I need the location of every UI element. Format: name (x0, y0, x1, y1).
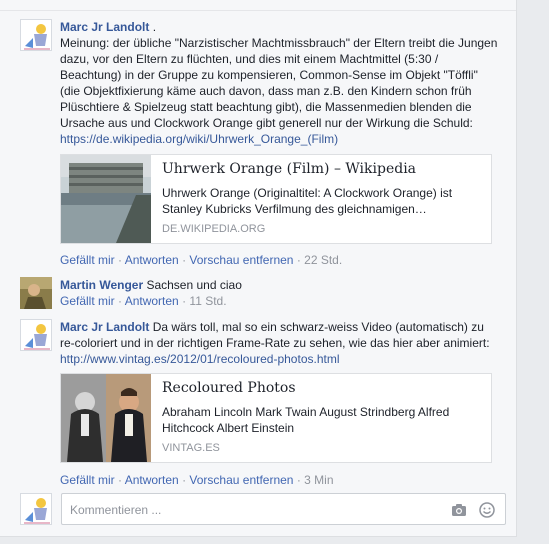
comment-actions: Gefällt mir · Antworten · Vorschau entfe… (60, 253, 343, 267)
comment-link[interactable]: https://de.wikipedia.org/wiki/Uhrwerk_Or… (60, 132, 338, 146)
like-link[interactable]: Gefällt mir (60, 473, 115, 487)
comment-panel: Marc Jr Landolt . Meinung: der übliche "… (0, 0, 517, 537)
avatar[interactable] (20, 19, 52, 51)
comment-body: Martin Wenger Sachsen und ciao Gefällt m… (60, 277, 500, 309)
comment-author[interactable]: Martin Wenger (60, 278, 143, 292)
author-suffix: . (149, 20, 157, 34)
preview-description: Abraham Lincoln Mark Twain August Strind… (162, 405, 450, 435)
preview-thumbnail (61, 155, 151, 243)
remove-preview-link[interactable]: Vorschau entfernen (189, 473, 293, 487)
link-preview[interactable]: Uhrwerk Orange (Film) – Wikipedia Uhrwer… (60, 154, 492, 244)
preview-title: Recoloured Photos (162, 380, 296, 396)
comment-author[interactable]: Marc Jr Landolt (60, 320, 149, 334)
preview-description: Uhrwerk Orange (Originaltitel: A Clockwo… (162, 186, 453, 216)
preview-domain: VINTAG.ES (162, 442, 220, 454)
comment-composer (20, 493, 506, 527)
comment-time[interactable]: 11 Std. (189, 294, 226, 308)
comment-actions: Gefällt mir · Antworten · 11 Std. (60, 294, 227, 308)
comment-text: Sachsen und ciao (143, 278, 242, 292)
avatar (20, 493, 52, 525)
comment-input[interactable] (68, 500, 442, 520)
camera-icon[interactable] (451, 502, 467, 518)
avatar[interactable] (20, 277, 52, 309)
preview-thumbnail (61, 374, 151, 462)
avatar[interactable] (20, 319, 52, 351)
comment-body: Marc Jr Landolt . Meinung: der übliche "… (60, 19, 500, 147)
comment-text: Meinung: der übliche "Narzistischer Mach… (60, 36, 498, 130)
comment-time[interactable]: 22 Std. (304, 253, 342, 267)
comment-actions: Gefällt mir · Antworten · Vorschau entfe… (60, 473, 334, 487)
reply-link[interactable]: Antworten (125, 294, 179, 308)
comment-time[interactable]: 3 Min (304, 473, 333, 487)
divider (0, 10, 516, 11)
link-preview[interactable]: Recoloured Photos Abraham Lincoln Mark T… (60, 373, 492, 463)
like-link[interactable]: Gefällt mir (60, 253, 115, 267)
like-link[interactable]: Gefällt mir (60, 294, 115, 308)
reply-link[interactable]: Antworten (125, 473, 179, 487)
preview-domain: DE.WIKIPEDIA.ORG (162, 223, 266, 235)
comment-body: Marc Jr Landolt Da wärs toll, mal so ein… (60, 319, 500, 367)
remove-preview-link[interactable]: Vorschau entfernen (189, 253, 293, 267)
comment-author[interactable]: Marc Jr Landolt (60, 20, 149, 34)
comment-link[interactable]: http://www.vintag.es/2012/01/recoloured-… (60, 352, 340, 366)
reply-link[interactable]: Antworten (125, 253, 179, 267)
emoji-icon[interactable] (479, 502, 495, 518)
preview-title: Uhrwerk Orange (Film) – Wikipedia (162, 161, 417, 177)
comment-input-box[interactable] (61, 493, 506, 525)
